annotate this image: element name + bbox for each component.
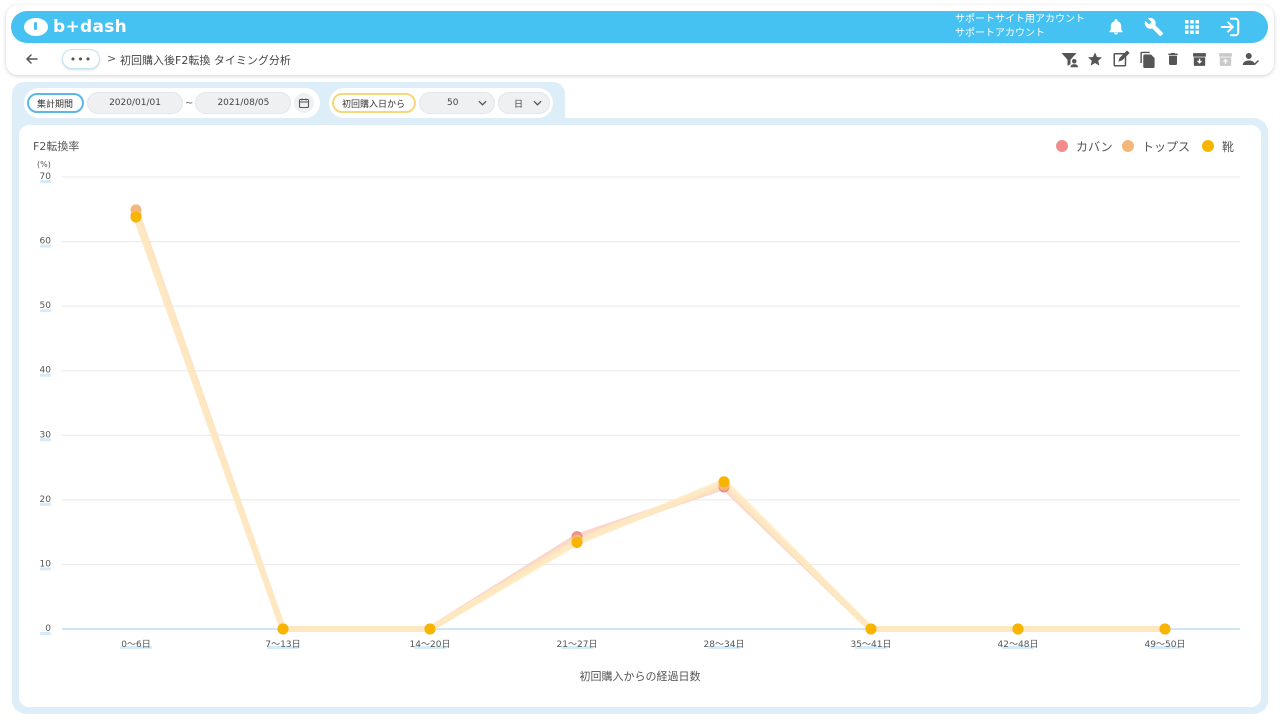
y-tick-label: 70 xyxy=(40,172,52,182)
x-tick-label: 21〜27日 xyxy=(557,639,598,650)
data-point[interactable] xyxy=(1159,623,1171,635)
breadcrumb-separator: > xyxy=(107,52,117,65)
data-point[interactable] xyxy=(1012,623,1024,635)
user-check-icon[interactable] xyxy=(1242,50,1260,68)
breadcrumb-more-button[interactable]: ••• xyxy=(62,49,100,69)
x-tick-label: 0〜6日 xyxy=(121,639,150,650)
y-tick-label: 60 xyxy=(40,237,52,247)
day-unit-select[interactable]: 日 xyxy=(498,92,550,114)
legend-label: トップス xyxy=(1142,140,1190,154)
period-filter-group: 集計期間 2020/01/01 ~ 2021/08/05 xyxy=(24,88,320,118)
end-date-field[interactable]: 2021/08/05 xyxy=(195,92,292,114)
legend-marker[interactable] xyxy=(1056,140,1068,152)
x-tick-label: 49〜50日 xyxy=(1145,639,1186,650)
apps-grid-icon[interactable] xyxy=(1180,15,1204,39)
chart-title: F2転換率 xyxy=(33,139,79,153)
top-bar: b+dash サポートサイト用アカウント サポートアカウント xyxy=(11,11,1268,43)
data-point[interactable] xyxy=(865,623,877,635)
y-tick-label: 30 xyxy=(40,430,52,440)
day-count-value: 50 xyxy=(447,98,459,108)
account-line-2: サポートアカウント xyxy=(955,28,1045,39)
chevron-down-icon xyxy=(478,100,487,106)
data-point[interactable] xyxy=(424,623,436,635)
x-tick-label: 7〜13日 xyxy=(265,639,300,650)
date-range-tilde: ~ xyxy=(185,97,194,109)
y-tick-label: 20 xyxy=(40,495,52,505)
period-label[interactable]: 集計期間 xyxy=(27,93,84,113)
start-date-field[interactable]: 2020/01/01 xyxy=(87,92,183,114)
y-tick-label: 50 xyxy=(40,301,52,311)
app-logo[interactable]: b+dash xyxy=(23,15,127,39)
wrench-icon[interactable] xyxy=(1142,15,1166,39)
days-filter-group: 初回購入日から 50 日 xyxy=(329,88,553,118)
x-tick-label: 35〜41日 xyxy=(851,639,892,650)
cloud-logo-icon xyxy=(24,18,48,36)
legend-marker[interactable] xyxy=(1122,140,1134,152)
unarchive-icon[interactable] xyxy=(1216,50,1234,68)
logo-text: b+dash xyxy=(53,17,128,37)
y-tick-label: 10 xyxy=(40,559,52,569)
filter-user-icon[interactable] xyxy=(1060,50,1078,68)
day-count-select[interactable]: 50 xyxy=(419,92,495,114)
account-name[interactable]: サポートサイト用アカウント サポートアカウント xyxy=(955,13,1085,41)
bell-icon[interactable] xyxy=(1104,15,1128,39)
data-point[interactable] xyxy=(718,476,730,488)
legend-marker[interactable] xyxy=(1202,140,1214,152)
legend-label: カバン xyxy=(1076,140,1113,154)
legend-label: 靴 xyxy=(1222,140,1234,154)
calendar-icon[interactable] xyxy=(294,93,315,113)
x-tick-label: 28〜34日 xyxy=(704,639,745,650)
day-unit-value: 日 xyxy=(514,99,524,110)
x-tick-label: 14〜20日 xyxy=(410,639,451,650)
edit-icon[interactable] xyxy=(1112,50,1130,68)
page-title: 初回購入後F2転換 タイミング分析 xyxy=(120,54,291,67)
star-icon[interactable] xyxy=(1086,50,1104,68)
y-unit-label: (%) xyxy=(37,160,51,169)
archive-icon[interactable] xyxy=(1190,50,1208,68)
from-first-purchase-label[interactable]: 初回購入日から xyxy=(332,93,416,113)
logout-icon[interactable] xyxy=(1218,15,1242,39)
back-arrow-icon[interactable] xyxy=(24,51,42,69)
data-point[interactable] xyxy=(277,623,289,635)
trash-icon[interactable] xyxy=(1164,50,1182,68)
x-tick-label: 42〜48日 xyxy=(998,639,1039,650)
copy-icon[interactable] xyxy=(1138,50,1156,68)
account-line-1: サポートサイト用アカウント xyxy=(955,14,1085,25)
y-tick-label: 40 xyxy=(40,366,52,376)
data-point[interactable] xyxy=(130,211,142,223)
y-tick-label: 0 xyxy=(45,624,51,634)
chevron-down-icon xyxy=(533,100,542,106)
x-axis-label: 初回購入からの経過日数 xyxy=(580,669,701,683)
data-point[interactable] xyxy=(571,536,583,548)
